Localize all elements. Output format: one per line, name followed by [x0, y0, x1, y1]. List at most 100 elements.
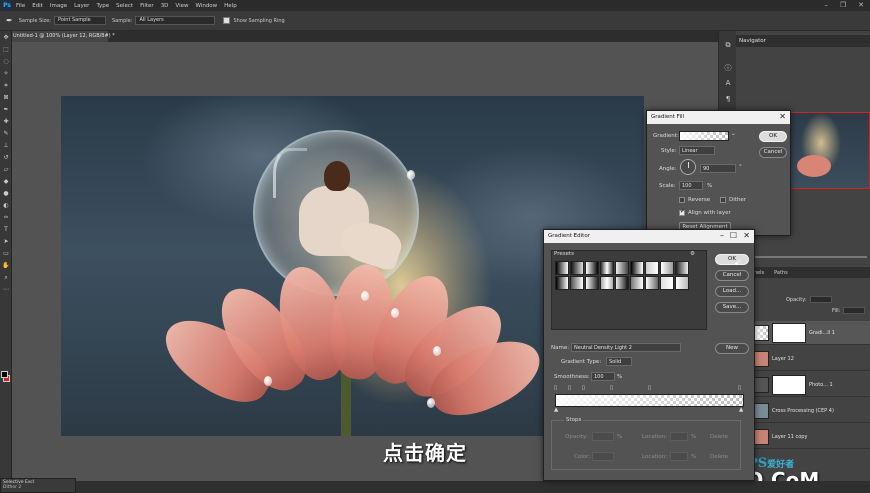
stop-color-location-input[interactable] [670, 452, 688, 461]
gradient-preset[interactable] [555, 261, 569, 275]
gradient-preset[interactable] [600, 261, 614, 275]
gradient-editor-cancel-button[interactable]: Cancel [715, 270, 749, 281]
load-button[interactable]: Load... [715, 286, 749, 297]
gradient-preset[interactable] [630, 276, 644, 290]
minimize-icon[interactable]: – [720, 231, 724, 240]
document-tab[interactable]: Untitled-1 @ 100% (Layer 12, RGB/8#) * [12, 31, 115, 42]
navigator-panel-title[interactable]: Navigator [736, 35, 870, 47]
foreground-color-swatch[interactable] [1, 371, 8, 378]
lasso-tool-icon[interactable]: ◌ [1, 56, 11, 67]
info-panel-icon[interactable]: ⓘ [721, 63, 735, 75]
menu-window[interactable]: Window [195, 3, 217, 9]
restore-icon[interactable]: ❐ [840, 1, 846, 9]
opacity-stop-icon[interactable]: ▯ [582, 385, 585, 391]
color-stop-icon[interactable]: ▲ [554, 407, 558, 413]
gradient-bar[interactable] [555, 394, 744, 407]
menu-select[interactable]: Select [116, 3, 133, 9]
gradient-preset[interactable] [645, 261, 659, 275]
eyedropper-tool-icon[interactable]: ✒ [6, 16, 13, 25]
eyedropper-icon[interactable]: ✒ [1, 104, 11, 115]
smoothness-input[interactable]: 100 [591, 372, 615, 381]
frame-tool-icon[interactable]: ⊠ [1, 92, 11, 103]
character-panel-icon[interactable]: A [721, 79, 735, 91]
color-stop-icon[interactable]: ▲ [739, 407, 743, 413]
gradient-preset[interactable] [615, 261, 629, 275]
rectangle-tool-icon[interactable]: ▭ [1, 248, 11, 259]
clone-stamp-icon[interactable]: ⊥ [1, 140, 11, 151]
gradient-preset[interactable] [600, 276, 614, 290]
reverse-checkbox[interactable] [679, 197, 685, 203]
history-brush-icon[interactable]: ↺ [1, 152, 11, 163]
gradient-preset[interactable] [630, 261, 644, 275]
menu-help[interactable]: Help [224, 3, 237, 9]
fill-field[interactable] [843, 307, 866, 314]
gradient-preset[interactable] [660, 276, 674, 290]
align-with-layer-checkbox[interactable] [679, 208, 685, 216]
opacity-stop-icon[interactable]: ▯ [610, 385, 613, 391]
quick-select-tool-icon[interactable]: ✧ [1, 68, 11, 79]
menu-layer[interactable]: Layer [74, 3, 89, 9]
layer-row[interactable]: Gradi...ll 1 [753, 321, 870, 345]
gradient-preview[interactable] [679, 131, 729, 141]
layer-row[interactable]: Layer 11 copy [753, 425, 870, 449]
opacity-stop-icon[interactable]: ▯ [648, 385, 651, 391]
gradient-preset[interactable] [585, 276, 599, 290]
hand-tool-icon[interactable]: ✋ [1, 260, 11, 271]
stop-location-input[interactable] [670, 432, 688, 441]
crop-tool-icon[interactable]: ⌗ [1, 80, 11, 91]
gradient-fill-cancel-button[interactable]: Cancel [759, 147, 787, 158]
stop-color-swatch[interactable] [592, 452, 614, 461]
gradient-preset[interactable] [675, 276, 689, 290]
angle-input[interactable]: 90 [700, 164, 736, 173]
type-tool-icon[interactable]: T [1, 224, 11, 235]
gradient-type-select[interactable]: Solid [606, 357, 632, 366]
maximize-icon[interactable]: ☐ [730, 231, 737, 240]
eraser-tool-icon[interactable]: ▱ [1, 164, 11, 175]
more-tools-icon[interactable]: ⋯ [1, 284, 11, 295]
healing-brush-icon[interactable]: ✚ [1, 116, 11, 127]
dither-checkbox[interactable] [720, 197, 726, 203]
gradient-preset[interactable] [555, 276, 569, 290]
save-button[interactable]: Save... [715, 302, 749, 313]
scale-input[interactable]: 100 [679, 181, 703, 190]
gradient-name-input[interactable]: Neutral Density Light 2 [571, 343, 681, 352]
new-gradient-button[interactable]: New [715, 343, 749, 354]
navigator-panel-icon[interactable]: ⧉ [721, 41, 735, 53]
stop-opacity-input[interactable] [592, 432, 614, 441]
layer-row[interactable]: Cross Processing (CEP 4) [753, 399, 870, 423]
gear-icon[interactable]: ⚙ [690, 251, 695, 257]
minimize-icon[interactable]: – [824, 1, 828, 9]
zoom-tool-icon[interactable]: ⌕ [1, 272, 11, 283]
close-icon[interactable]: ✕ [858, 1, 864, 9]
path-select-icon[interactable]: ➤ [1, 236, 11, 247]
menu-view[interactable]: View [175, 3, 188, 9]
menu-3d[interactable]: 3D [161, 3, 169, 9]
sample-size-select[interactable]: Point Sample [54, 16, 106, 25]
menu-filter[interactable]: Filter [140, 3, 154, 9]
tab-paths[interactable]: Paths [769, 267, 793, 278]
opacity-stop-icon[interactable]: ▯ [554, 385, 557, 391]
delete-color-stop-button[interactable]: Delete [710, 454, 728, 460]
menu-image[interactable]: Image [50, 3, 67, 9]
delete-opacity-stop-button[interactable]: Delete [710, 434, 728, 440]
mini-panel-item[interactable]: Dither 2 [3, 485, 73, 490]
show-sampling-ring-checkbox[interactable] [223, 17, 231, 24]
style-select[interactable]: Linear [679, 146, 715, 155]
move-tool-icon[interactable]: ✥ [1, 32, 11, 43]
marquee-tool-icon[interactable]: ⬚ [1, 44, 11, 55]
close-icon[interactable]: ✕ [779, 112, 786, 121]
opacity-stop-icon[interactable]: ▯ [568, 385, 571, 391]
layer-row[interactable]: Layer 12 [753, 347, 870, 371]
menu-file[interactable]: File [16, 3, 25, 9]
paint-bucket-icon[interactable]: ◆ [1, 176, 11, 187]
gradient-fill-ok-button[interactable]: OK [759, 131, 787, 142]
opacity-stop-icon[interactable]: ▯ [738, 385, 741, 391]
gradient-preset[interactable] [615, 276, 629, 290]
navigator-preview[interactable] [790, 112, 870, 189]
gradient-preset[interactable] [645, 276, 659, 290]
gradient-preset[interactable] [570, 261, 584, 275]
paragraph-panel-icon[interactable]: ¶ [721, 95, 735, 107]
gradient-preset[interactable] [570, 276, 584, 290]
gradient-preset[interactable] [585, 261, 599, 275]
gradient-editor-ok-button[interactable]: OK [715, 254, 749, 265]
